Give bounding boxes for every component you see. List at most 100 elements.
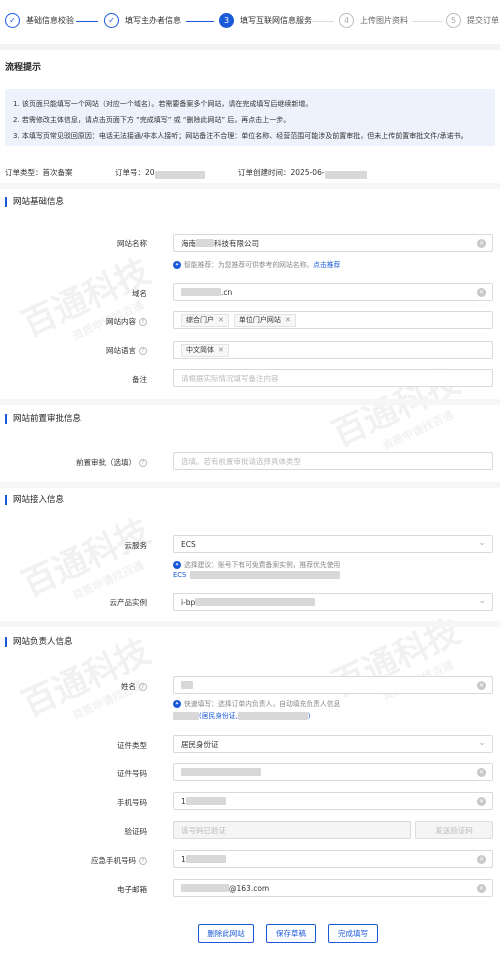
- clear-icon[interactable]: ✕: [477, 681, 486, 690]
- website-content-select[interactable]: 综合门户 ✕ 单位门户网站 ✕: [173, 311, 493, 329]
- redacted-block: [237, 712, 308, 720]
- input-value: .cn: [221, 287, 233, 297]
- placeholder: 请根据实际情况填写备注内容: [181, 373, 279, 383]
- help-icon[interactable]: ?: [139, 318, 147, 326]
- step-sponsor-info: ✓ 填写主办者信息: [104, 13, 181, 28]
- field-label: 电子邮箱: [117, 885, 147, 894]
- domain-input[interactable]: .cn ✕: [173, 283, 493, 301]
- step-internet-service: 3 填写互联网信息服务: [219, 13, 312, 28]
- divider: [0, 621, 500, 627]
- step-label: 基础信息校验: [26, 16, 74, 25]
- step-submit-order: 5 提交订单: [446, 13, 499, 28]
- verification-code-input[interactable]: 该号码已验证: [173, 821, 411, 839]
- id-type-select[interactable]: 居民身份证 ⌄: [173, 735, 493, 753]
- order-number: 订单号：20: [115, 167, 205, 179]
- phone-input[interactable]: 1 ✕: [173, 792, 493, 810]
- cloud-service-select[interactable]: ECS ⌄: [173, 535, 493, 553]
- field-label-text: 前置审批（选填）: [76, 458, 136, 467]
- id-number-input[interactable]: ✕: [173, 763, 493, 781]
- info-icon: ✦: [173, 261, 181, 269]
- watermark-text: 百通科技: [16, 511, 157, 606]
- step-label: 上传图片资料: [360, 16, 408, 25]
- tag: 中文简体 ✕: [181, 343, 229, 357]
- emergency-phone-input[interactable]: 1 ✕: [173, 850, 493, 868]
- chevron-down-icon: ⌄: [478, 538, 486, 548]
- cloud-instance-select[interactable]: i-bp ⌄: [173, 593, 493, 611]
- placeholder: 该号码已验证: [181, 825, 226, 835]
- clear-icon[interactable]: ✕: [477, 797, 486, 806]
- owner-quickfill-link[interactable]: (居民身份证,: [199, 712, 238, 720]
- tag-label: 中文简体: [186, 346, 214, 354]
- close-icon[interactable]: ✕: [218, 316, 224, 324]
- redacted-block: [181, 288, 221, 296]
- notice-line: 3. 本填写页常见驳回原因：电话无法接通/非本人接听；网站备注不合理：单位名称、…: [13, 132, 468, 140]
- preapproval-select[interactable]: 选填。若有前置审批请选择具体类型: [173, 452, 493, 470]
- redacted-block: [185, 797, 226, 805]
- save-draft-button[interactable]: 保存草稿: [266, 924, 316, 943]
- field-label-text: 应急手机号码: [91, 856, 136, 865]
- step-label: 填写主办者信息: [125, 16, 181, 25]
- field-label: 备注: [132, 375, 147, 384]
- divider: [0, 183, 500, 189]
- select-value: i-bp: [181, 597, 196, 607]
- redacted-block: [190, 571, 341, 579]
- input-value: 科技有限公司: [214, 238, 259, 248]
- email-input[interactable]: @163.com ✕: [173, 879, 493, 897]
- progress-stepper: ✓ 基础信息校验 ✓ 填写主办者信息 3 填写互联网信息服务 4 上传图片资料 …: [0, 0, 500, 44]
- divider: [0, 399, 500, 405]
- remark-input[interactable]: 请根据实际情况填写备注内容: [173, 369, 493, 387]
- notice-line: 2. 若需修改主体信息，请点击页面下方 “完成填写” 或 “删除此网站” 后，再…: [13, 116, 291, 124]
- help-icon[interactable]: ?: [139, 459, 147, 467]
- step-basic-check: ✓ 基础信息校验: [5, 13, 74, 28]
- redacted-block: [196, 239, 214, 247]
- order-info: 订单类型：首次备案 订单号：20 订单创建时间：2025-06-: [0, 163, 500, 179]
- redacted-block: [181, 768, 261, 776]
- close-icon[interactable]: ✕: [218, 346, 224, 354]
- finish-button[interactable]: 完成填写: [328, 924, 378, 943]
- section-title-owner: 网站负责人信息: [5, 637, 73, 647]
- send-code-button[interactable]: 发送验证码: [415, 821, 493, 839]
- redacted-block: [173, 712, 199, 720]
- input-value: @163.com: [229, 883, 270, 893]
- website-name-input[interactable]: 海南 科技有限公司 ✕: [173, 234, 493, 252]
- watermark: 百通科技资质申请找百通: [13, 244, 164, 360]
- help-icon[interactable]: ?: [139, 683, 147, 691]
- clear-icon[interactable]: ✕: [477, 288, 486, 297]
- clear-icon[interactable]: ✕: [477, 884, 486, 893]
- step-upload-images: 4 上传图片资料: [339, 13, 408, 28]
- owner-hint-line2[interactable]: (居民身份证,): [173, 710, 310, 720]
- close-icon[interactable]: ✕: [285, 316, 291, 324]
- step-number: 4: [339, 13, 354, 28]
- recommend-link[interactable]: 点击推荐: [313, 261, 340, 269]
- tag-label: 综合门户: [186, 316, 214, 324]
- help-icon[interactable]: ?: [139, 347, 147, 355]
- step-label: 填写互联网信息服务: [240, 16, 312, 25]
- cloud-hint-line2: ECS: [173, 571, 341, 579]
- ecs-link[interactable]: ECS: [173, 571, 186, 579]
- redacted-block: [185, 855, 226, 863]
- step-connector: [186, 21, 214, 22]
- order-time: 订单创建时间：2025-06-: [238, 167, 367, 179]
- hint-text: 快速填写：选择订单内负责人，自动填充负责人信息: [184, 700, 341, 708]
- field-label: 证件号码: [117, 769, 147, 778]
- hint-text: 智能推荐：为您推荐可供参考的网站名称。: [184, 261, 314, 269]
- field-label: 域名: [132, 289, 147, 298]
- delete-website-button[interactable]: 删除此网站: [198, 924, 254, 943]
- field-label: 验证码: [124, 827, 148, 836]
- field-label: 前置审批（选填）?: [76, 457, 147, 468]
- owner-name-input[interactable]: ✕: [173, 676, 493, 694]
- step-connector: [312, 21, 334, 22]
- help-icon[interactable]: ?: [139, 857, 147, 865]
- clear-icon[interactable]: ✕: [477, 239, 486, 248]
- redacted-block: [195, 598, 316, 606]
- field-label: 网站语言?: [106, 345, 147, 356]
- field-label-text: 姓名: [121, 682, 136, 691]
- section-title-basic: 网站基础信息: [5, 197, 64, 207]
- watermark-sub: 资质申请找百通: [70, 558, 146, 603]
- owner-quickfill-link-end: ): [307, 712, 311, 720]
- field-label: 姓名?: [121, 681, 147, 692]
- clear-icon[interactable]: ✕: [477, 768, 486, 777]
- website-language-select[interactable]: 中文简体 ✕: [173, 341, 493, 359]
- redacted-block: [181, 884, 229, 892]
- clear-icon[interactable]: ✕: [477, 855, 486, 864]
